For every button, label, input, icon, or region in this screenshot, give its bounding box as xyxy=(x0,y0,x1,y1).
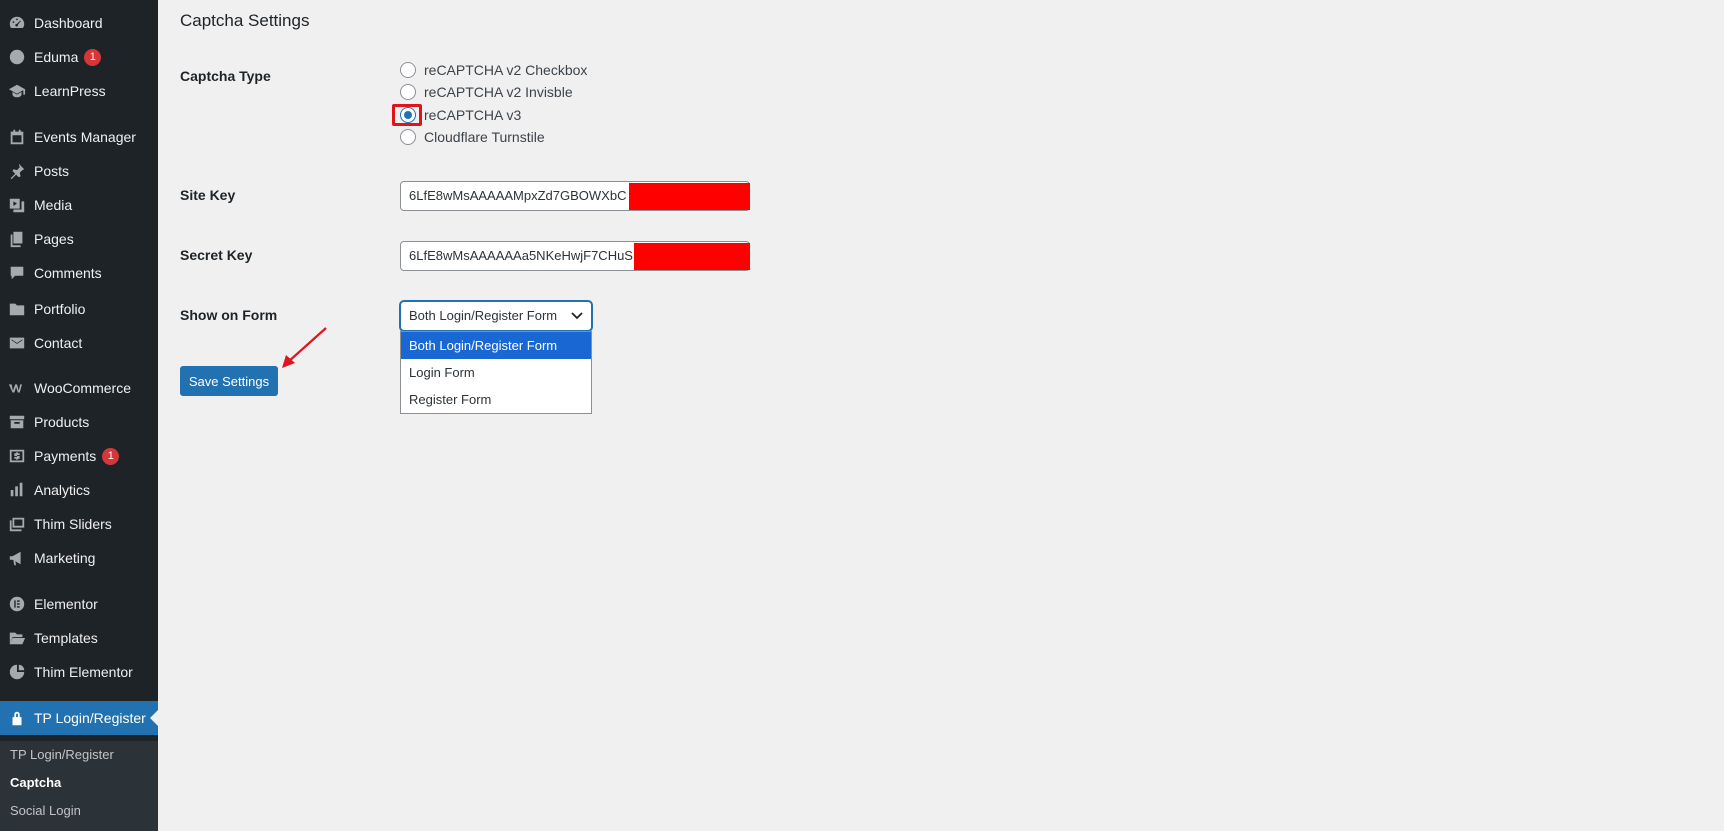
slides-icon xyxy=(0,515,34,533)
learnpress-icon xyxy=(0,82,34,100)
menu-item-learnpress[interactable]: LearnPress xyxy=(0,74,158,108)
menu-item-media[interactable]: Media xyxy=(0,188,158,222)
submenu-item-tp-login-register[interactable]: TP Login/Register xyxy=(10,747,114,762)
radio-option-v2-invisible[interactable]: reCAPTCHA v2 Invisble xyxy=(400,82,573,102)
active-menu-arrow xyxy=(150,710,158,726)
annotation-highlight-box xyxy=(392,104,422,126)
annotation-arrow xyxy=(282,327,327,368)
mail-icon xyxy=(0,334,34,352)
radio-option-v2-checkbox[interactable]: reCAPTCHA v2 Checkbox xyxy=(400,60,587,80)
show-on-form-dropdown: Both Login/Register Form Login Form Regi… xyxy=(400,331,592,414)
folder-icon xyxy=(0,300,34,318)
thim-elementor-icon xyxy=(0,663,34,681)
redaction-block xyxy=(634,243,750,270)
main-content: Captcha Settings Captcha Type reCAPTCHA … xyxy=(158,0,1724,831)
admin-sidebar: Dashboard Eduma 1 LearnPress Events Mana… xyxy=(0,0,158,831)
menu-item-thim-sliders[interactable]: Thim Sliders xyxy=(0,507,158,541)
dropdown-option-login[interactable]: Login Form xyxy=(401,359,591,386)
menu-item-pages[interactable]: Pages xyxy=(0,222,158,256)
menu-item-dashboard[interactable]: Dashboard xyxy=(0,6,158,40)
menu-item-posts[interactable]: Posts xyxy=(0,154,158,188)
archive-icon xyxy=(0,413,34,431)
show-on-form-select[interactable]: Both Login/Register Form xyxy=(400,301,592,331)
menu-item-eduma[interactable]: Eduma 1 xyxy=(0,40,158,74)
calendar-icon xyxy=(0,128,34,146)
select-value: Both Login/Register Form xyxy=(409,308,558,323)
radio-button[interactable] xyxy=(400,129,416,145)
menu-item-marketing[interactable]: Marketing xyxy=(0,541,158,575)
redaction-block xyxy=(629,183,750,210)
elementor-icon xyxy=(0,595,34,613)
eduma-icon xyxy=(0,48,34,66)
pages-icon xyxy=(0,230,34,248)
pin-icon xyxy=(0,162,34,180)
menu-item-thim-elementor[interactable]: Thim Elementor xyxy=(0,655,158,689)
menu-item-products[interactable]: Products xyxy=(0,405,158,439)
menu-item-portfolio[interactable]: Portfolio xyxy=(0,292,158,326)
radio-button[interactable] xyxy=(400,84,416,100)
save-settings-button[interactable]: Save Settings xyxy=(180,366,278,396)
tp-login-submenu: TP Login/Register Captcha Social Login xyxy=(0,741,158,831)
folder-open-icon xyxy=(0,629,34,647)
media-icon xyxy=(0,196,34,214)
secret-key-label: Secret Key xyxy=(180,247,253,263)
dashboard-icon xyxy=(0,14,34,32)
captcha-type-label: Captcha Type xyxy=(180,68,271,84)
menu-item-woocommerce[interactable]: WooCommerce xyxy=(0,371,158,405)
payments-badge: 1 xyxy=(102,447,120,465)
menu-item-elementor[interactable]: Elementor xyxy=(0,587,158,621)
menu-item-contact[interactable]: Contact xyxy=(0,326,158,360)
show-on-form-label: Show on Form xyxy=(180,307,278,323)
menu-item-templates[interactable]: Templates xyxy=(0,621,158,655)
menu-item-comments[interactable]: Comments xyxy=(0,256,158,290)
payments-icon xyxy=(0,447,34,465)
submenu-item-social-login[interactable]: Social Login xyxy=(10,803,81,818)
chevron-down-icon xyxy=(571,312,583,320)
menu-item-tp-login-register[interactable]: TP Login/Register xyxy=(0,701,158,735)
lock-icon xyxy=(0,709,34,727)
menu-item-events-manager[interactable]: Events Manager xyxy=(0,120,158,154)
megaphone-icon xyxy=(0,549,34,567)
dropdown-option-register[interactable]: Register Form xyxy=(401,386,591,413)
page-title: Captcha Settings xyxy=(180,11,310,30)
radio-option-cloudflare-turnstile[interactable]: Cloudflare Turnstile xyxy=(400,127,545,147)
site-key-label: Site Key xyxy=(180,187,236,203)
woocommerce-icon xyxy=(0,379,34,397)
dropdown-option-both[interactable]: Both Login/Register Form xyxy=(401,332,591,359)
eduma-badge: 1 xyxy=(84,48,102,66)
menu-item-payments[interactable]: Payments 1 xyxy=(0,439,158,473)
menu-item-analytics[interactable]: Analytics xyxy=(0,473,158,507)
bar-chart-icon xyxy=(0,481,34,499)
submenu-item-captcha[interactable]: Captcha xyxy=(10,775,61,790)
radio-button[interactable] xyxy=(400,62,416,78)
comment-icon xyxy=(0,264,34,282)
